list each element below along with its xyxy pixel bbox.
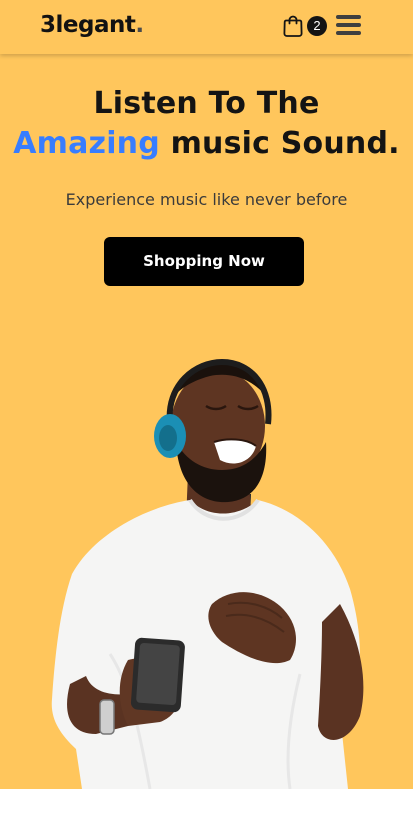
hero-headline-accent: Amazing bbox=[13, 126, 160, 161]
shopping-now-button[interactable]: Shopping Now bbox=[104, 237, 304, 286]
hero-photo bbox=[51, 358, 364, 789]
cart-count-badge: 2 bbox=[307, 16, 327, 36]
shopping-bag-icon bbox=[283, 15, 303, 37]
site-header: 3legant. 2 bbox=[0, 0, 413, 54]
brand-logo-text: 3legant bbox=[40, 12, 136, 38]
brand-logo-dot: . bbox=[135, 12, 144, 38]
brand-logo[interactable]: 3legant. bbox=[40, 9, 144, 41]
hero-headline: Listen To The Amazing music Sound. bbox=[0, 84, 413, 164]
hero-headline-line-1: Listen To The bbox=[93, 86, 320, 121]
hero-section: Listen To The Amazing music Sound. Exper… bbox=[0, 54, 413, 789]
page-bottom-strip bbox=[0, 789, 413, 827]
hero-subtitle: Experience music like never before bbox=[65, 190, 348, 209]
hero-headline-rest: music Sound. bbox=[159, 126, 400, 161]
hamburger-menu-icon[interactable] bbox=[336, 14, 362, 36]
cart-button[interactable]: 2 bbox=[282, 14, 330, 38]
landing-page: 3legant. 2 Listen To The Amazing music S… bbox=[0, 0, 413, 827]
hero-headline-line-2: Amazing music Sound. bbox=[0, 124, 413, 164]
